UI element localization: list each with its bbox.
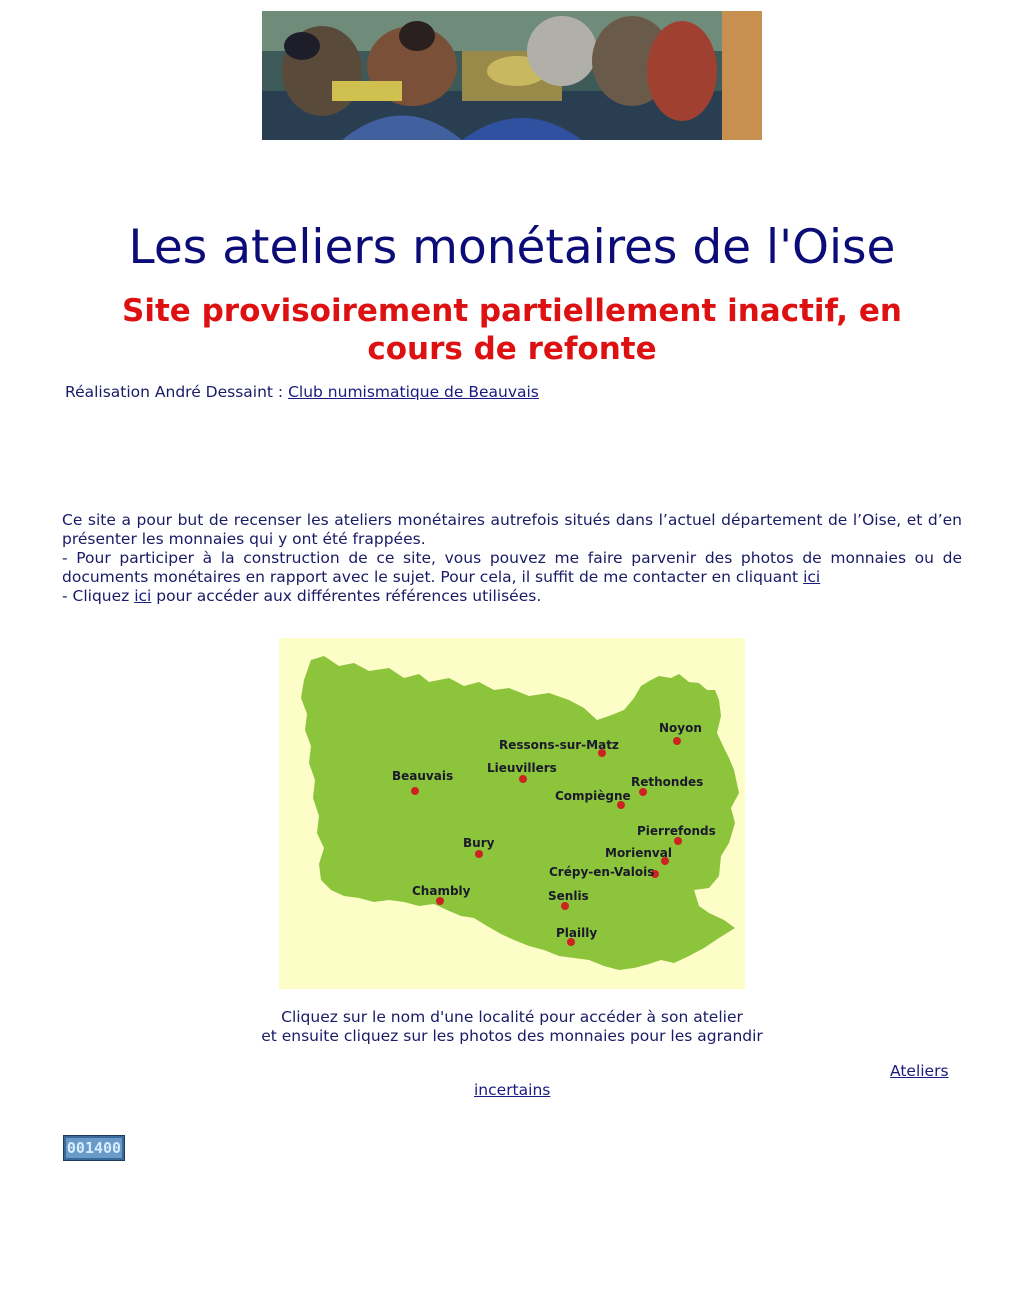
town-link-crepy[interactable]: Crépy-en-Valois [549,865,654,879]
instructions-line-2: et ensuite cliquez sur les photos des mo… [261,1027,763,1045]
visit-counter: 001400 [63,1135,125,1161]
town-link-senlis[interactable]: Senlis [548,889,589,903]
town-dot-senlis [561,902,569,910]
town-link-beauvais[interactable]: Beauvais [392,769,453,783]
town-link-pierrefonds[interactable]: Pierrefonds [637,824,716,838]
credit-prefix: Réalisation André Dessaint : [65,383,289,401]
oise-map: Noyon Ressons-sur-Matz Lieuvillers Beauv… [279,638,745,989]
town-dot-bury [475,850,483,858]
town-dot-rethondes [639,788,647,796]
town-link-morienval[interactable]: Morienval [605,846,672,860]
club-link[interactable]: Club numismatique de Beauvais [288,383,539,401]
town-link-bury[interactable]: Bury [463,836,495,850]
intro-paragraph-2: - Pour participer à la construction de c… [62,549,962,587]
references-prefix: - Cliquez [62,587,135,605]
page-subtitle: Site provisoirement partiellement inacti… [122,293,902,367]
ateliers-incertains-link-continued[interactable]: incertains [474,1081,550,1099]
town-link-plailly[interactable]: Plailly [556,926,597,940]
credit-line: Réalisation André Dessaint : Club numism… [65,383,539,401]
town-link-compiegne[interactable]: Compiègne [555,789,631,803]
town-link-rethondes[interactable]: Rethondes [631,775,703,789]
ateliers-incertains-link[interactable]: Ateliers [890,1062,949,1080]
town-link-lieuvillers[interactable]: Lieuvillers [487,761,557,775]
town-dot-lieuvillers [519,775,527,783]
references-link[interactable]: ici [134,587,151,605]
page-title: Les ateliers monétaires de l'Oise [128,220,896,275]
town-dot-chambly [436,897,444,905]
instructions-line-1: Cliquez sur le nom d'une localité pour a… [281,1008,743,1026]
town-dot-pierrefonds [674,837,682,845]
intro-paragraph-1: Ce site a pour but de recenser les ateli… [62,511,962,548]
intro-text: Ce site a pour but de recenser les ateli… [62,511,962,606]
banner-image [262,11,762,140]
contact-link[interactable]: ici [803,568,820,586]
intro-paragraph-3: - Cliquez ici pour accéder aux différent… [62,587,962,606]
counter-value: 001400 [65,1138,123,1158]
town-link-noyon[interactable]: Noyon [659,721,702,735]
references-suffix: pour accéder aux différentes références … [151,587,542,605]
town-link-ressons[interactable]: Ressons-sur-Matz [499,738,619,752]
town-link-chambly[interactable]: Chambly [412,884,471,898]
town-dot-beauvais [411,787,419,795]
town-dot-noyon [673,737,681,745]
contact-text: - Pour participer à la construction de c… [62,549,962,586]
map-instructions: Cliquez sur le nom d'une localité pour a… [0,1008,1024,1046]
